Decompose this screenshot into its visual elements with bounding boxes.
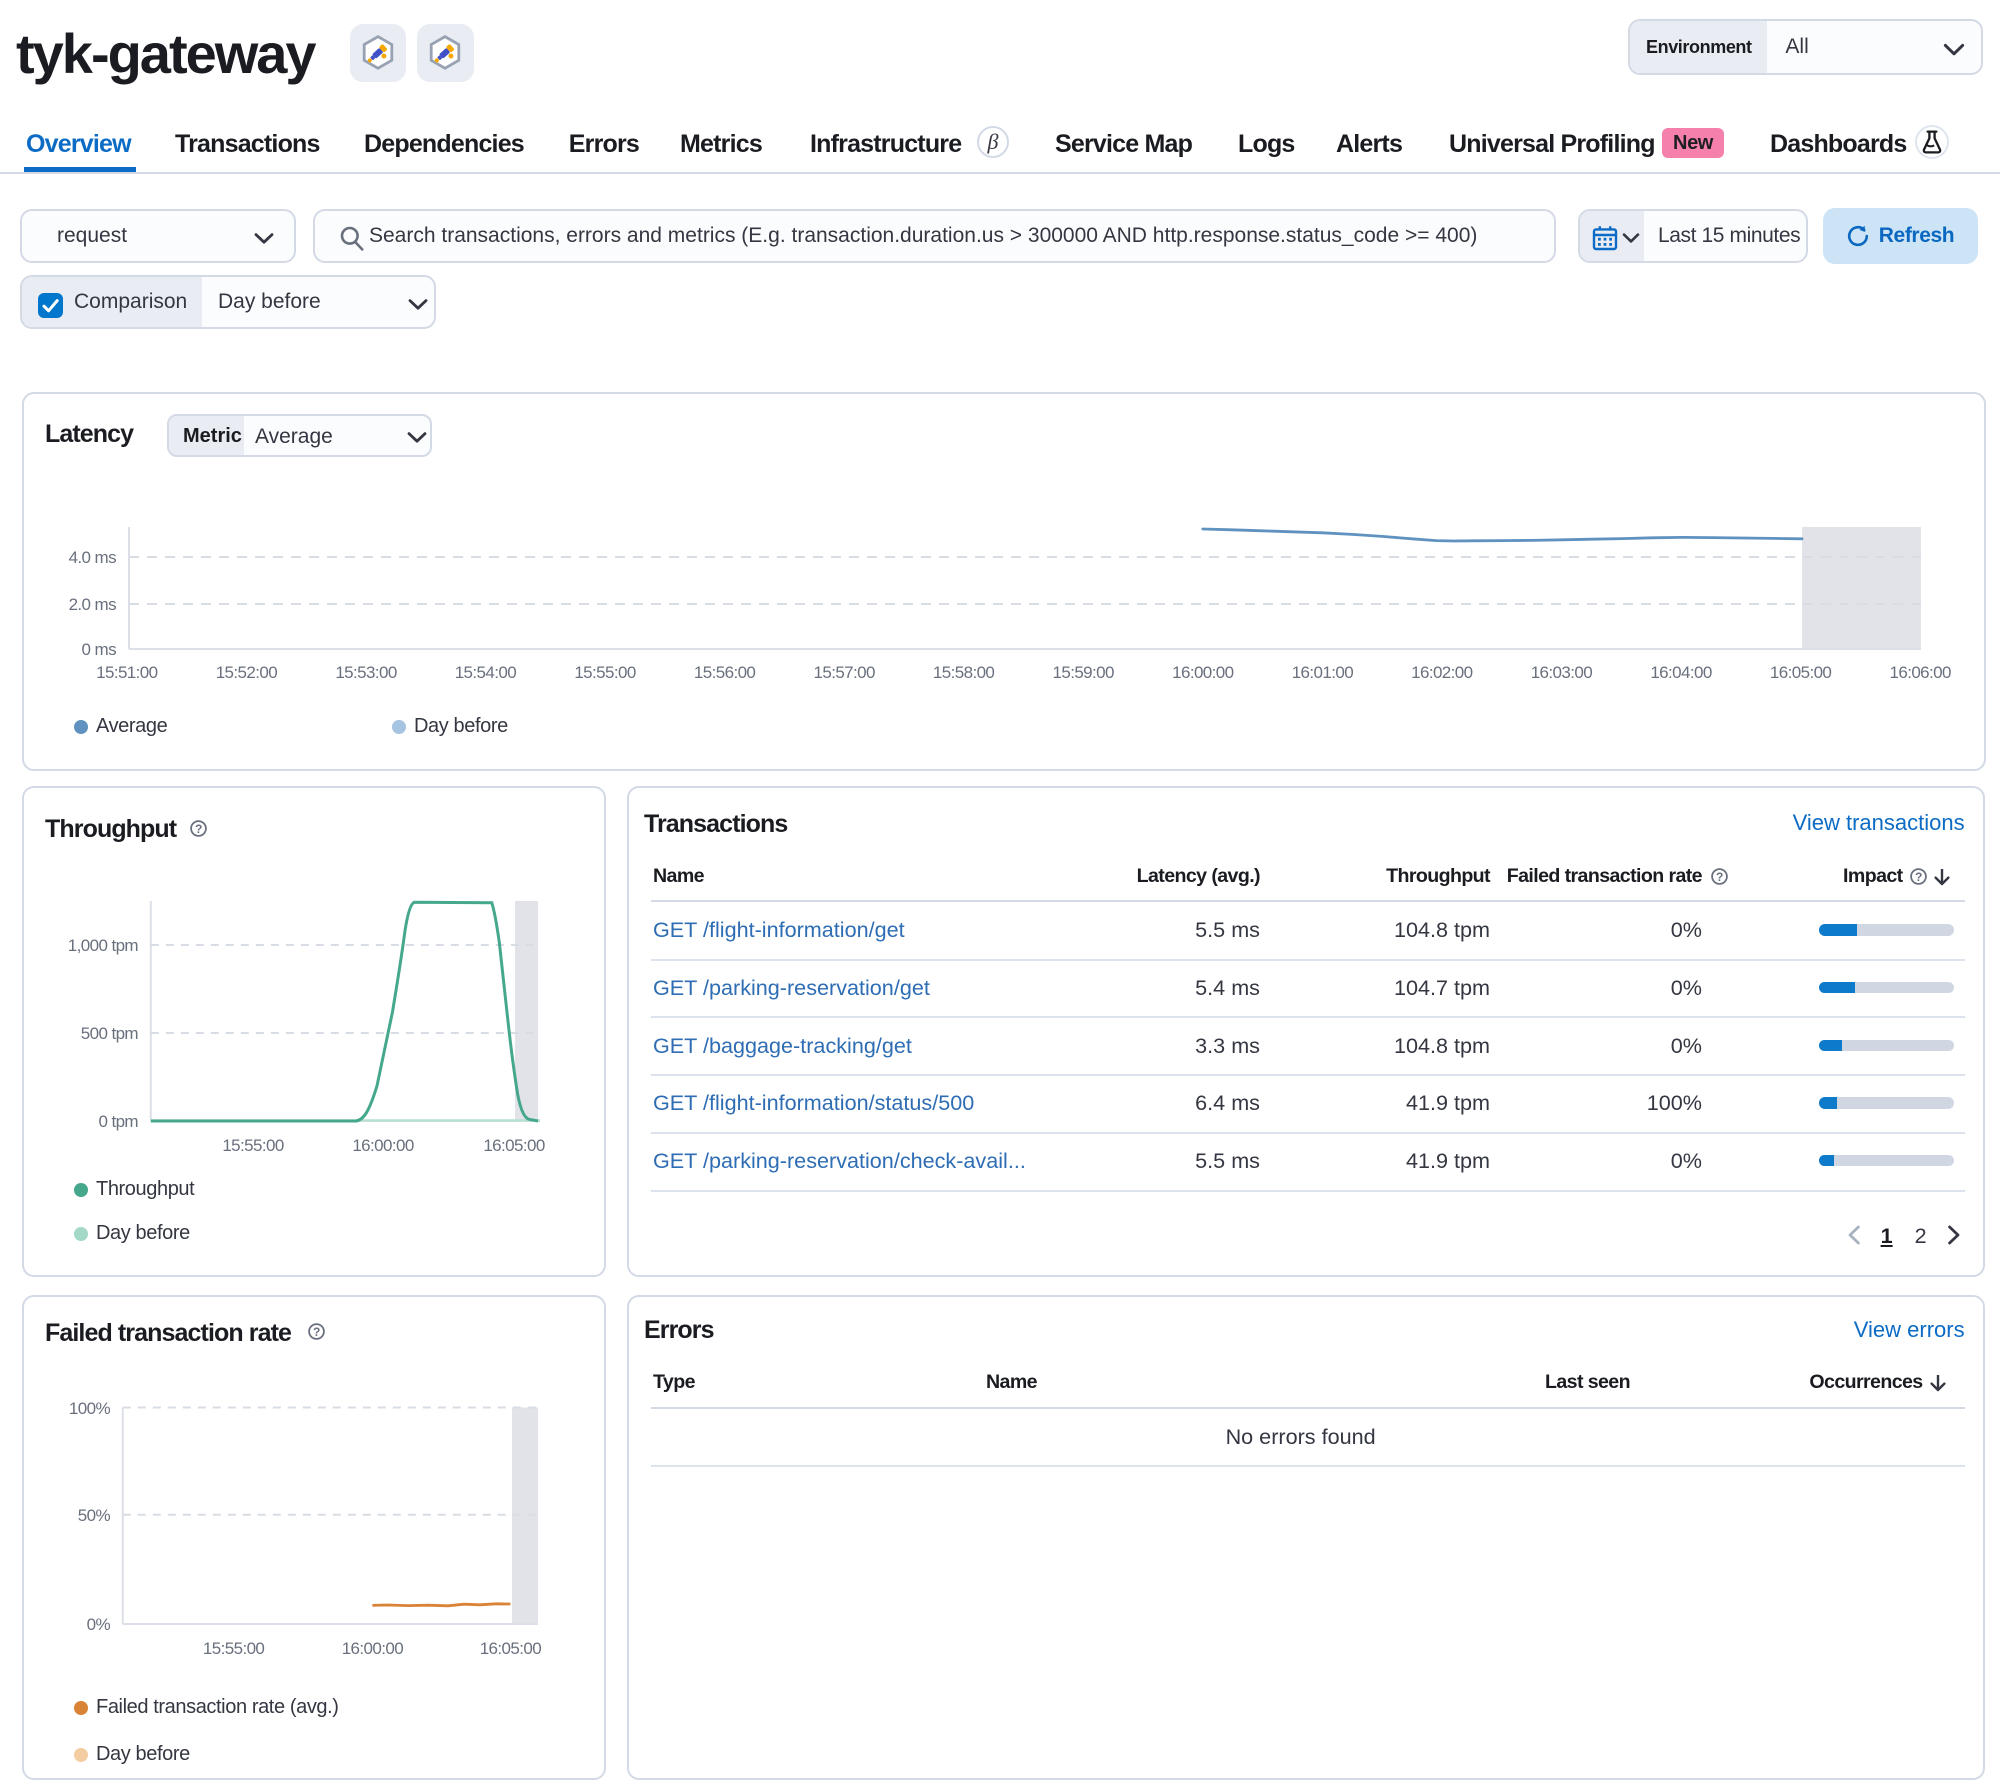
svg-text:15:52:00: 15:52:00 [216, 663, 278, 682]
svg-text:?: ? [1915, 870, 1922, 884]
svg-text:16:04:00: 16:04:00 [1650, 663, 1712, 682]
svg-text:15:55:00: 15:55:00 [574, 663, 636, 682]
svg-text:16:05:00: 16:05:00 [480, 1639, 542, 1658]
svg-text:15:54:00: 15:54:00 [455, 663, 517, 682]
svg-text:1,000 tpm: 1,000 tpm [68, 936, 139, 955]
svg-text:16:05:00: 16:05:00 [1770, 663, 1832, 682]
svg-text:15:56:00: 15:56:00 [694, 663, 756, 682]
svg-text:16:03:00: 16:03:00 [1531, 663, 1593, 682]
svg-text:0 tpm: 0 tpm [98, 1112, 138, 1131]
svg-text:15:53:00: 15:53:00 [335, 663, 397, 682]
svg-text:15:59:00: 15:59:00 [1053, 663, 1115, 682]
svg-text:16:05:00: 16:05:00 [483, 1136, 545, 1155]
svg-text:4.0 ms: 4.0 ms [69, 548, 117, 567]
svg-text:500 tpm: 500 tpm [81, 1024, 139, 1043]
svg-text:15:51:00: 15:51:00 [96, 663, 158, 682]
svg-text:15:57:00: 15:57:00 [814, 663, 876, 682]
svg-text:15:55:00: 15:55:00 [222, 1136, 284, 1155]
svg-text:2.0 ms: 2.0 ms [69, 595, 117, 614]
svg-text:?: ? [1716, 870, 1723, 884]
svg-text:16:02:00: 16:02:00 [1411, 663, 1473, 682]
svg-text:16:01:00: 16:01:00 [1292, 663, 1354, 682]
svg-text:16:00:00: 16:00:00 [1172, 663, 1234, 682]
svg-text:0%: 0% [87, 1615, 111, 1634]
svg-text:16:00:00: 16:00:00 [352, 1136, 414, 1155]
svg-text:16:06:00: 16:06:00 [1890, 663, 1952, 682]
svg-text:15:55:00: 15:55:00 [203, 1639, 265, 1658]
svg-text:0 ms: 0 ms [82, 640, 117, 659]
svg-text:100%: 100% [69, 1399, 111, 1418]
svg-text:50%: 50% [78, 1506, 111, 1525]
svg-text:16:00:00: 16:00:00 [342, 1639, 404, 1658]
svg-text:15:58:00: 15:58:00 [933, 663, 995, 682]
